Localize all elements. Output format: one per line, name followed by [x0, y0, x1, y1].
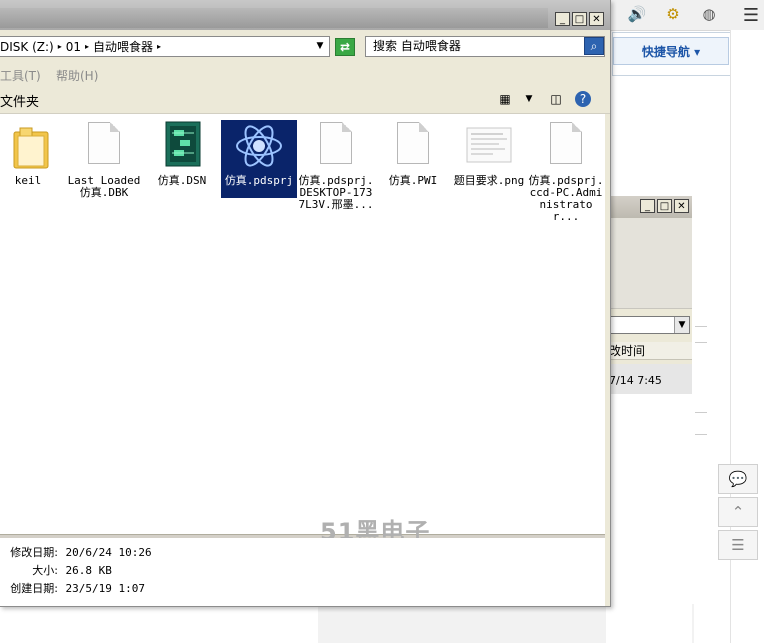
- file-item-png[interactable]: 题目要求.png: [451, 120, 527, 187]
- divider: [695, 326, 707, 327]
- file-item-lock-ccd[interactable]: 仿真.pdsprj.ccd-PC.Administrator...: [528, 120, 604, 223]
- menu-help[interactable]: 帮助(H): [56, 67, 98, 84]
- help-icon[interactable]: ?: [575, 91, 591, 107]
- speaker-icon[interactable]: 🔊: [626, 4, 648, 24]
- chevron-down-icon[interactable]: ▼: [520, 91, 538, 107]
- divider: [695, 412, 707, 413]
- list-item[interactable]: 7/14 7:45: [606, 364, 692, 394]
- detail-size: 大小: 26.8 KB: [0, 562, 112, 578]
- chevron-right-icon[interactable]: ▸: [85, 42, 89, 51]
- chevron-right-icon[interactable]: ▸: [58, 42, 62, 51]
- refresh-button[interactable]: ⇄: [335, 38, 355, 56]
- file-name: 仿真.pdsprj.ccd-PC.Administrator...: [528, 174, 604, 223]
- detail-created: 创建日期: 23/5/19 1:07: [0, 580, 145, 596]
- detail-value: 20/6/24 10:26: [65, 546, 152, 559]
- detail-modified: 修改日期: 20/6/24 10:26: [0, 544, 152, 560]
- window-titlebar[interactable]: _ □ ✕: [0, 0, 610, 30]
- divider: [695, 342, 707, 343]
- document-icon: [78, 120, 130, 172]
- file-name: Last Loaded 仿真.DBK: [67, 174, 141, 199]
- side-tools: 💬 ⌃ ☰: [718, 464, 758, 560]
- background-window: _ □ ✕ ▼ 改时间 7/14 7:45: [606, 196, 692, 644]
- minimize-button[interactable]: _: [555, 12, 570, 26]
- background-window-body: [606, 394, 692, 644]
- title-strip: [0, 8, 548, 28]
- menu-tools[interactable]: 工具(T): [0, 67, 41, 84]
- file-name: 仿真.DSN: [157, 174, 207, 187]
- file-item-dsn[interactable]: 仿真.DSN: [144, 120, 220, 187]
- file-list: keil Last Loaded 仿真.DBK 仿真.DSN 仿真.pdsprj…: [0, 114, 605, 534]
- maximize-button[interactable]: □: [657, 199, 672, 213]
- details-pane: 修改日期: 20/6/24 10:26 大小: 26.8 KB 创建日期: 23…: [0, 538, 605, 606]
- address-row: DISK (Z:) ▸ 01 ▸ 自动喂食器 ▸ ▼ ⇄ 搜索 自动喂食器 ⌕: [0, 34, 610, 60]
- document-icon: [310, 120, 362, 172]
- maximize-button[interactable]: □: [572, 12, 587, 26]
- folder-icon: [2, 120, 54, 172]
- detail-value: 26.8 KB: [65, 564, 112, 577]
- breadcrumb-folder[interactable]: 01: [66, 40, 81, 54]
- file-item-dbk[interactable]: Last Loaded 仿真.DBK: [66, 120, 142, 199]
- background-window-toolbar: [606, 218, 692, 309]
- preview-pane-icon[interactable]: ◫: [547, 91, 565, 107]
- list-icon[interactable]: ☰: [718, 530, 758, 560]
- file-name: keil: [14, 174, 42, 187]
- menu-bar: 工具(T) 帮助(H): [0, 64, 610, 86]
- minimize-button[interactable]: _: [640, 199, 655, 213]
- file-item-pwi[interactable]: 仿真.PWI: [375, 120, 451, 187]
- document-icon: [387, 120, 439, 172]
- close-button[interactable]: ✕: [674, 199, 689, 213]
- explorer-window: _ □ ✕ DISK (Z:) ▸ 01 ▸ 自动喂食器 ▸ ▼ ⇄ 搜索 自动…: [0, 0, 611, 607]
- detail-label: 修改日期:: [10, 546, 58, 559]
- detail-value: 23/5/19 1:07: [65, 582, 145, 595]
- file-name: 题目要求.png: [453, 174, 525, 187]
- back-to-top-icon[interactable]: ⌃: [718, 497, 758, 527]
- file-item-keil[interactable]: keil: [0, 120, 66, 187]
- detail-label: 创建日期:: [10, 582, 58, 595]
- globe-icon[interactable]: ◍: [698, 4, 720, 24]
- breadcrumb-current[interactable]: 自动喂食器: [93, 38, 153, 55]
- gear-icon[interactable]: ⚙: [662, 4, 684, 24]
- chevron-down-icon[interactable]: ▼: [313, 37, 327, 55]
- divider: [695, 434, 707, 435]
- quick-nav-button[interactable]: 快捷导航 ▾: [613, 37, 729, 65]
- mouse-cursor-icon: [247, 280, 265, 298]
- command-bar: 文件夹 ▦ ▼ ◫ ?: [0, 87, 610, 114]
- schematic-icon: [156, 120, 208, 172]
- file-item-pdsprj[interactable]: 仿真.pdsprj: [221, 120, 297, 198]
- file-name: 仿真.pdsprj.DESKTOP-1737L3V.邢墨...: [298, 174, 374, 211]
- breadcrumb-drive[interactable]: DISK (Z:): [0, 40, 54, 54]
- chevron-down-icon[interactable]: ▼: [674, 317, 689, 333]
- file-item-lock-desktop[interactable]: 仿真.pdsprj.DESKTOP-1737L3V.邢墨...: [298, 120, 374, 211]
- chevron-right-icon[interactable]: ▸: [157, 42, 161, 51]
- file-name: 仿真.PWI: [388, 174, 438, 187]
- column-header-modified[interactable]: 改时间: [606, 342, 692, 360]
- background-window-titlebar: _ □ ✕: [606, 196, 692, 218]
- close-button[interactable]: ✕: [589, 12, 604, 26]
- views-icon[interactable]: ▦: [496, 91, 514, 107]
- quick-nav-panel: 快捷导航 ▾: [612, 32, 732, 76]
- detail-label: 大小:: [32, 564, 58, 577]
- menu-icon[interactable]: ☰: [738, 0, 764, 30]
- folders-button[interactable]: 文件夹: [0, 91, 39, 110]
- file-name: 仿真.pdsprj: [224, 174, 294, 187]
- image-thumbnail-icon: [463, 120, 515, 172]
- document-icon: [540, 120, 592, 172]
- search-input[interactable]: 搜索 自动喂食器: [365, 36, 605, 57]
- address-bar[interactable]: DISK (Z:) ▸ 01 ▸ 自动喂食器 ▸: [0, 36, 330, 57]
- background-window-combo[interactable]: ▼: [608, 316, 690, 334]
- comment-icon[interactable]: 💬: [718, 464, 758, 494]
- proteus-icon: [233, 120, 285, 172]
- search-icon[interactable]: ⌕: [584, 37, 604, 55]
